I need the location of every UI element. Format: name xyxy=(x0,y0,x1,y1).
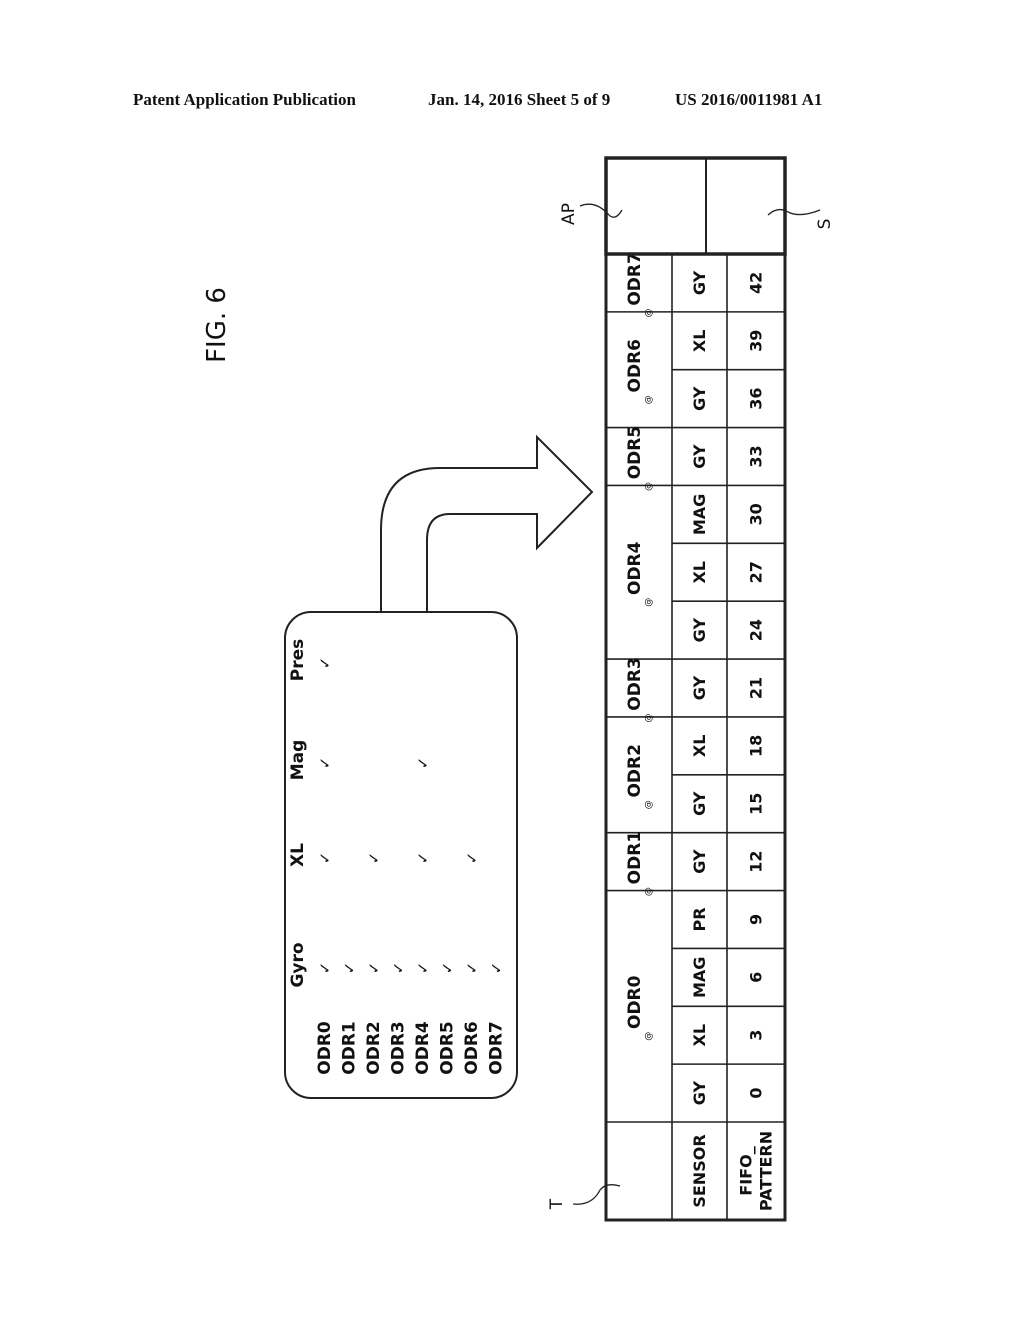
config-row-label: ODR2 xyxy=(364,1021,384,1074)
check-mark-icon: ✓ xyxy=(414,852,432,865)
config-column-header: Gyro xyxy=(288,942,308,987)
pattern-cell: 12 xyxy=(747,850,766,872)
figure-6: FIG. 6 Gyro XL Mag Pres ODR0 ✓ ✓ ✓ ✓ ODR1 ✓ ODR2 ✓ ✓ O… xyxy=(202,156,835,1222)
sensor-cell: MAG xyxy=(690,957,709,998)
pattern-cell: 39 xyxy=(747,330,766,352)
config-row-label: ODR5 xyxy=(438,1021,458,1074)
pattern-cell: 6 xyxy=(747,972,766,983)
check-mark-icon: ✓ xyxy=(463,962,481,975)
check-mark-icon: ✓ xyxy=(414,757,432,770)
at-symbol-icon: @ xyxy=(644,395,654,404)
pattern-cell: 15 xyxy=(747,793,766,815)
config-row-label: ODR6 xyxy=(462,1021,482,1074)
check-mark-icon: ✓ xyxy=(316,962,334,975)
sensor-cell: GY xyxy=(690,386,709,411)
odr-group-header: ODR5 xyxy=(625,426,645,479)
config-column-header: XL xyxy=(288,843,308,867)
pattern-cell: 30 xyxy=(747,503,766,525)
fifo-pattern-table: SENSOR FIFO_ PATTERN ODR0 @ GY 0 XL 3 MAG 6 PR 9 ODR1… xyxy=(604,252,787,1222)
sensor-cell: GY xyxy=(690,618,709,643)
at-symbol-icon: @ xyxy=(644,887,654,896)
config-row-label: ODR7 xyxy=(487,1021,507,1074)
sensor-cell: PR xyxy=(690,907,709,931)
sensor-cell: XL xyxy=(690,1024,709,1047)
config-matrix: Gyro XL Mag Pres ODR0 ✓ ✓ ✓ ✓ ODR1 ✓ ODR2 ✓ ✓ ODR3 ✓ ODR… xyxy=(288,639,507,1075)
check-mark-icon: ✓ xyxy=(341,962,359,975)
check-mark-icon: ✓ xyxy=(316,757,334,770)
sensor-cell: GY xyxy=(690,849,709,874)
at-symbol-icon: @ xyxy=(644,482,654,491)
odr-group-header: ODR0 xyxy=(625,975,645,1029)
check-mark-icon: ✓ xyxy=(463,852,481,865)
check-mark-icon: ✓ xyxy=(414,962,432,975)
config-column-header: Mag xyxy=(288,740,308,781)
row-label-sensor: SENSOR xyxy=(690,1134,709,1207)
pattern-cell: 21 xyxy=(747,677,766,699)
row-label-fifo: FIFO_ xyxy=(737,1146,756,1195)
sensor-cell: GY xyxy=(690,675,709,700)
sensor-cell: XL xyxy=(690,735,709,758)
pattern-cell: 33 xyxy=(747,445,766,467)
odr-group-header: ODR3 xyxy=(625,657,645,710)
odr-group-header: ODR6 xyxy=(625,339,645,392)
odr-group-header: ODR4 xyxy=(625,541,645,595)
config-column-header: Pres xyxy=(288,639,308,682)
check-mark-icon: ✓ xyxy=(316,852,334,865)
at-symbol-icon: @ xyxy=(644,308,654,317)
at-symbol-icon: @ xyxy=(644,714,654,723)
config-row-label: ODR4 xyxy=(413,1021,433,1075)
leader-t xyxy=(572,1184,621,1205)
pattern-cell: 18 xyxy=(747,735,766,757)
pattern-cell: 9 xyxy=(747,914,766,925)
leader-ap xyxy=(579,203,623,218)
config-row-label: ODR0 xyxy=(315,1021,335,1075)
sensor-cell: GY xyxy=(690,791,709,816)
sensor-cell: XL xyxy=(690,330,709,353)
sensor-cell: GY xyxy=(690,270,709,295)
odr-group-header: ODR7 xyxy=(625,252,645,305)
ref-label-ap: AP xyxy=(559,203,579,225)
odr-group-header: ODR1 xyxy=(625,831,645,884)
pattern-cell: 42 xyxy=(747,272,766,294)
pattern-cell: 27 xyxy=(747,561,766,583)
curved-arrow xyxy=(380,434,594,612)
config-row-label: ODR1 xyxy=(340,1021,360,1074)
sensor-cell: GY xyxy=(690,444,709,469)
pattern-cell: 3 xyxy=(747,1030,766,1041)
pattern-cell: 24 xyxy=(747,619,766,641)
config-row-label: ODR3 xyxy=(389,1021,409,1074)
check-mark-icon: ✓ xyxy=(488,962,506,975)
leader-s xyxy=(767,208,821,216)
sensor-cell: GY xyxy=(690,1080,709,1105)
pattern-cell: 0 xyxy=(747,1087,766,1098)
check-mark-icon: ✓ xyxy=(365,852,383,865)
sensor-cell: MAG xyxy=(690,494,709,535)
check-mark-icon: ✓ xyxy=(316,657,334,670)
sensor-cell: XL xyxy=(690,561,709,584)
at-symbol-icon: @ xyxy=(644,1032,654,1041)
ref-label-t: T xyxy=(547,1198,567,1210)
check-mark-icon: ✓ xyxy=(390,962,408,975)
at-symbol-icon: @ xyxy=(644,598,654,607)
check-mark-icon: ✓ xyxy=(365,962,383,975)
odr-group-header: ODR2 xyxy=(625,744,645,797)
at-symbol-icon: @ xyxy=(644,800,654,809)
figure-label: FIG. 6 xyxy=(202,287,232,363)
pattern-cell: 36 xyxy=(747,388,766,410)
ap-s-box xyxy=(604,156,787,256)
ref-label-s: S xyxy=(815,219,835,230)
check-mark-icon: ✓ xyxy=(439,962,457,975)
row-label-pattern: PATTERN xyxy=(757,1131,776,1211)
